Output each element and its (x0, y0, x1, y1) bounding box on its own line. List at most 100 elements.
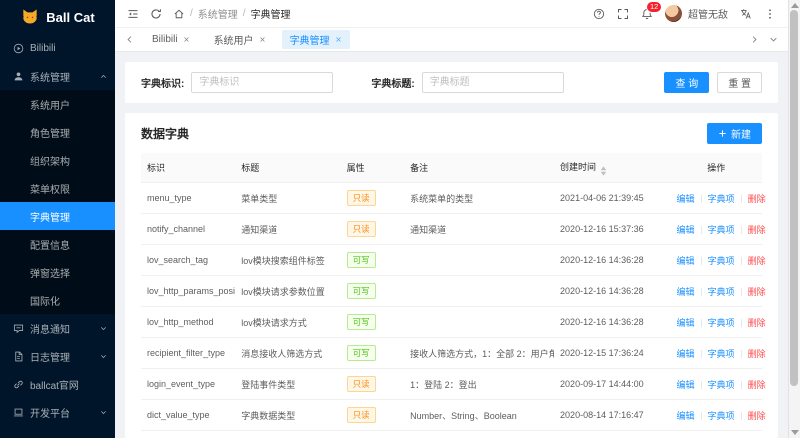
row-actions-cell: 编辑字典项删除 (670, 399, 766, 431)
close-icon[interactable] (259, 36, 266, 43)
dict-items-link[interactable]: 字典项 (695, 349, 735, 359)
delete-link[interactable]: 删除 (735, 349, 766, 359)
edit-link[interactable]: 编辑 (677, 225, 695, 235)
column-header-标题: 标题 (235, 153, 341, 183)
edit-link[interactable]: 编辑 (677, 411, 695, 421)
sidebar-item-label: 角色管理 (30, 128, 70, 140)
row-actions-cell: 编辑字典项删除 (670, 430, 762, 438)
brand-logo[interactable]: Ball Cat (0, 0, 115, 34)
more-icon[interactable] (764, 8, 776, 20)
sidebar-item-label: ballcat官网 (30, 380, 79, 392)
chevron-right-icon[interactable] (750, 35, 759, 44)
sidebar-item-菜单权限[interactable]: 菜单权限 (0, 174, 115, 202)
column-header-创建时间[interactable]: 创建时间 (554, 153, 671, 183)
tab-系统用户[interactable]: 系统用户 (206, 30, 274, 49)
create-button[interactable]: 新建 (707, 123, 762, 144)
dict-items-link[interactable]: 字典项 (695, 318, 735, 328)
sidebar-item-角色管理[interactable]: 角色管理 (0, 118, 115, 146)
delete-link[interactable]: 删除 (735, 287, 766, 297)
delete-link[interactable]: 删除 (735, 318, 766, 328)
sidebar-item-日志管理[interactable]: 日志管理 (0, 342, 115, 370)
tab-字典管理[interactable]: 字典管理 (281, 30, 350, 49)
dict-items-link[interactable]: 字典项 (695, 256, 735, 266)
dict-remark-cell: Number、String、Boolean (404, 399, 555, 431)
sidebar-item-label: Bilibili (30, 42, 56, 54)
reset-button[interactable]: 重 置 (717, 72, 762, 93)
row-actions-cell: 编辑字典项删除 (670, 244, 766, 276)
edit-link[interactable]: 编辑 (677, 318, 695, 328)
column-header-label: 操作 (707, 163, 726, 173)
dict-items-link[interactable]: 字典项 (695, 380, 735, 390)
chevron-down-icon[interactable] (769, 35, 778, 44)
breadcrumb-separator: / (242, 8, 246, 19)
row-actions-cell: 编辑字典项删除 (670, 275, 766, 307)
question-circle-icon[interactable] (593, 8, 605, 20)
tab-label: Bilibili (152, 34, 178, 45)
edit-link[interactable]: 编辑 (677, 349, 695, 359)
sidebar-item-系统用户[interactable]: 系统用户 (0, 90, 115, 118)
brand-name: Ball Cat (46, 9, 95, 25)
page-content: 字典标识: 字典标题: 查 询 重 置 数据字典 新建 (115, 52, 788, 438)
close-icon[interactable] (183, 36, 190, 43)
dict-id-cell: lov_http_method (141, 306, 236, 338)
delete-link[interactable]: 删除 (735, 225, 766, 235)
sidebar-item-组织架构[interactable]: 组织架构 (0, 146, 115, 174)
sidebar-item-Bilibili[interactable]: Bilibili (0, 34, 115, 62)
sidebar-item-国际化[interactable]: 国际化 (0, 286, 115, 314)
delete-link[interactable]: 删除 (735, 256, 766, 266)
sidebar-item-弹窗选择[interactable]: 弹窗选择 (0, 258, 115, 286)
created-time-cell: 2020-09-17 14:44:00 (554, 368, 671, 400)
close-icon[interactable] (335, 36, 342, 43)
topbar-actions: 12 超管无敌 (593, 1, 776, 22)
sidebar-item-配置信息[interactable]: 配置信息 (0, 230, 115, 258)
dict-id-cell: notify_channel (141, 213, 236, 245)
menu-fold-icon[interactable] (127, 8, 139, 20)
delete-link[interactable]: 删除 (735, 411, 766, 421)
dict-items-link[interactable]: 字典项 (695, 287, 735, 297)
scrollbar-thumb[interactable] (790, 10, 798, 386)
fullscreen-icon[interactable] (617, 8, 629, 20)
sidebar-item-开发平台[interactable]: 开发平台 (0, 398, 115, 426)
sidebar-item-label: 国际化 (30, 296, 60, 308)
home-icon[interactable] (173, 8, 185, 20)
sidebar-item-ballcat官网[interactable]: ballcat官网 (0, 370, 115, 398)
delete-link[interactable]: 删除 (735, 194, 766, 204)
edit-link[interactable]: 编辑 (677, 194, 695, 204)
dict-id-cell: menu_type (141, 182, 236, 214)
dict-code-input[interactable] (191, 72, 334, 93)
row-actions-cell: 编辑字典项删除 (670, 337, 766, 369)
dict-remark-cell: 系统菜单的类型 (404, 182, 555, 214)
reload-icon[interactable] (150, 8, 162, 20)
dict-items-link[interactable]: 字典项 (695, 225, 735, 235)
created-time-cell: 2020-08-14 17:16:47 (554, 399, 671, 431)
notifications-button[interactable]: 12 (641, 1, 662, 20)
username[interactable]: 超管无敌 (688, 6, 728, 21)
chevron-left-icon[interactable] (125, 35, 134, 44)
delete-link[interactable]: 删除 (735, 380, 766, 390)
query-button[interactable]: 查 询 (664, 72, 710, 93)
dict-items-link[interactable]: 字典项 (695, 411, 735, 421)
play-circle-icon (13, 43, 24, 54)
scrollbar[interactable] (788, 0, 800, 438)
avatar[interactable] (665, 5, 682, 22)
dict-id-cell: dict_value_type (141, 399, 236, 431)
dict-items-link[interactable]: 字典项 (695, 194, 735, 204)
dict-remark-cell: 1：登陆 2：登出 (404, 368, 555, 400)
tab-Bilibili[interactable]: Bilibili (144, 32, 198, 47)
link-icon (13, 379, 24, 390)
breadcrumb-item[interactable]: 系统管理 (198, 6, 238, 21)
translate-icon[interactable] (740, 8, 752, 20)
scroll-down-arrow[interactable] (790, 430, 799, 435)
dict-title-input[interactable] (421, 72, 564, 93)
sort-carets-icon[interactable] (600, 165, 607, 176)
edit-link[interactable]: 编辑 (677, 256, 695, 266)
dict-title-cell: lov模块请求参数位置 (235, 275, 341, 307)
edit-link[interactable]: 编辑 (677, 287, 695, 297)
scroll-up-arrow[interactable] (790, 3, 799, 8)
sidebar-item-消息通知[interactable]: 消息通知 (0, 314, 115, 342)
sidebar-item-系统管理[interactable]: 系统管理 (0, 62, 115, 90)
breadcrumb: / 系统管理 / 字典管理 (173, 6, 291, 21)
attr-tag: 只读 (346, 376, 376, 392)
edit-link[interactable]: 编辑 (677, 380, 695, 390)
sidebar-item-字典管理[interactable]: 字典管理 (0, 202, 115, 230)
